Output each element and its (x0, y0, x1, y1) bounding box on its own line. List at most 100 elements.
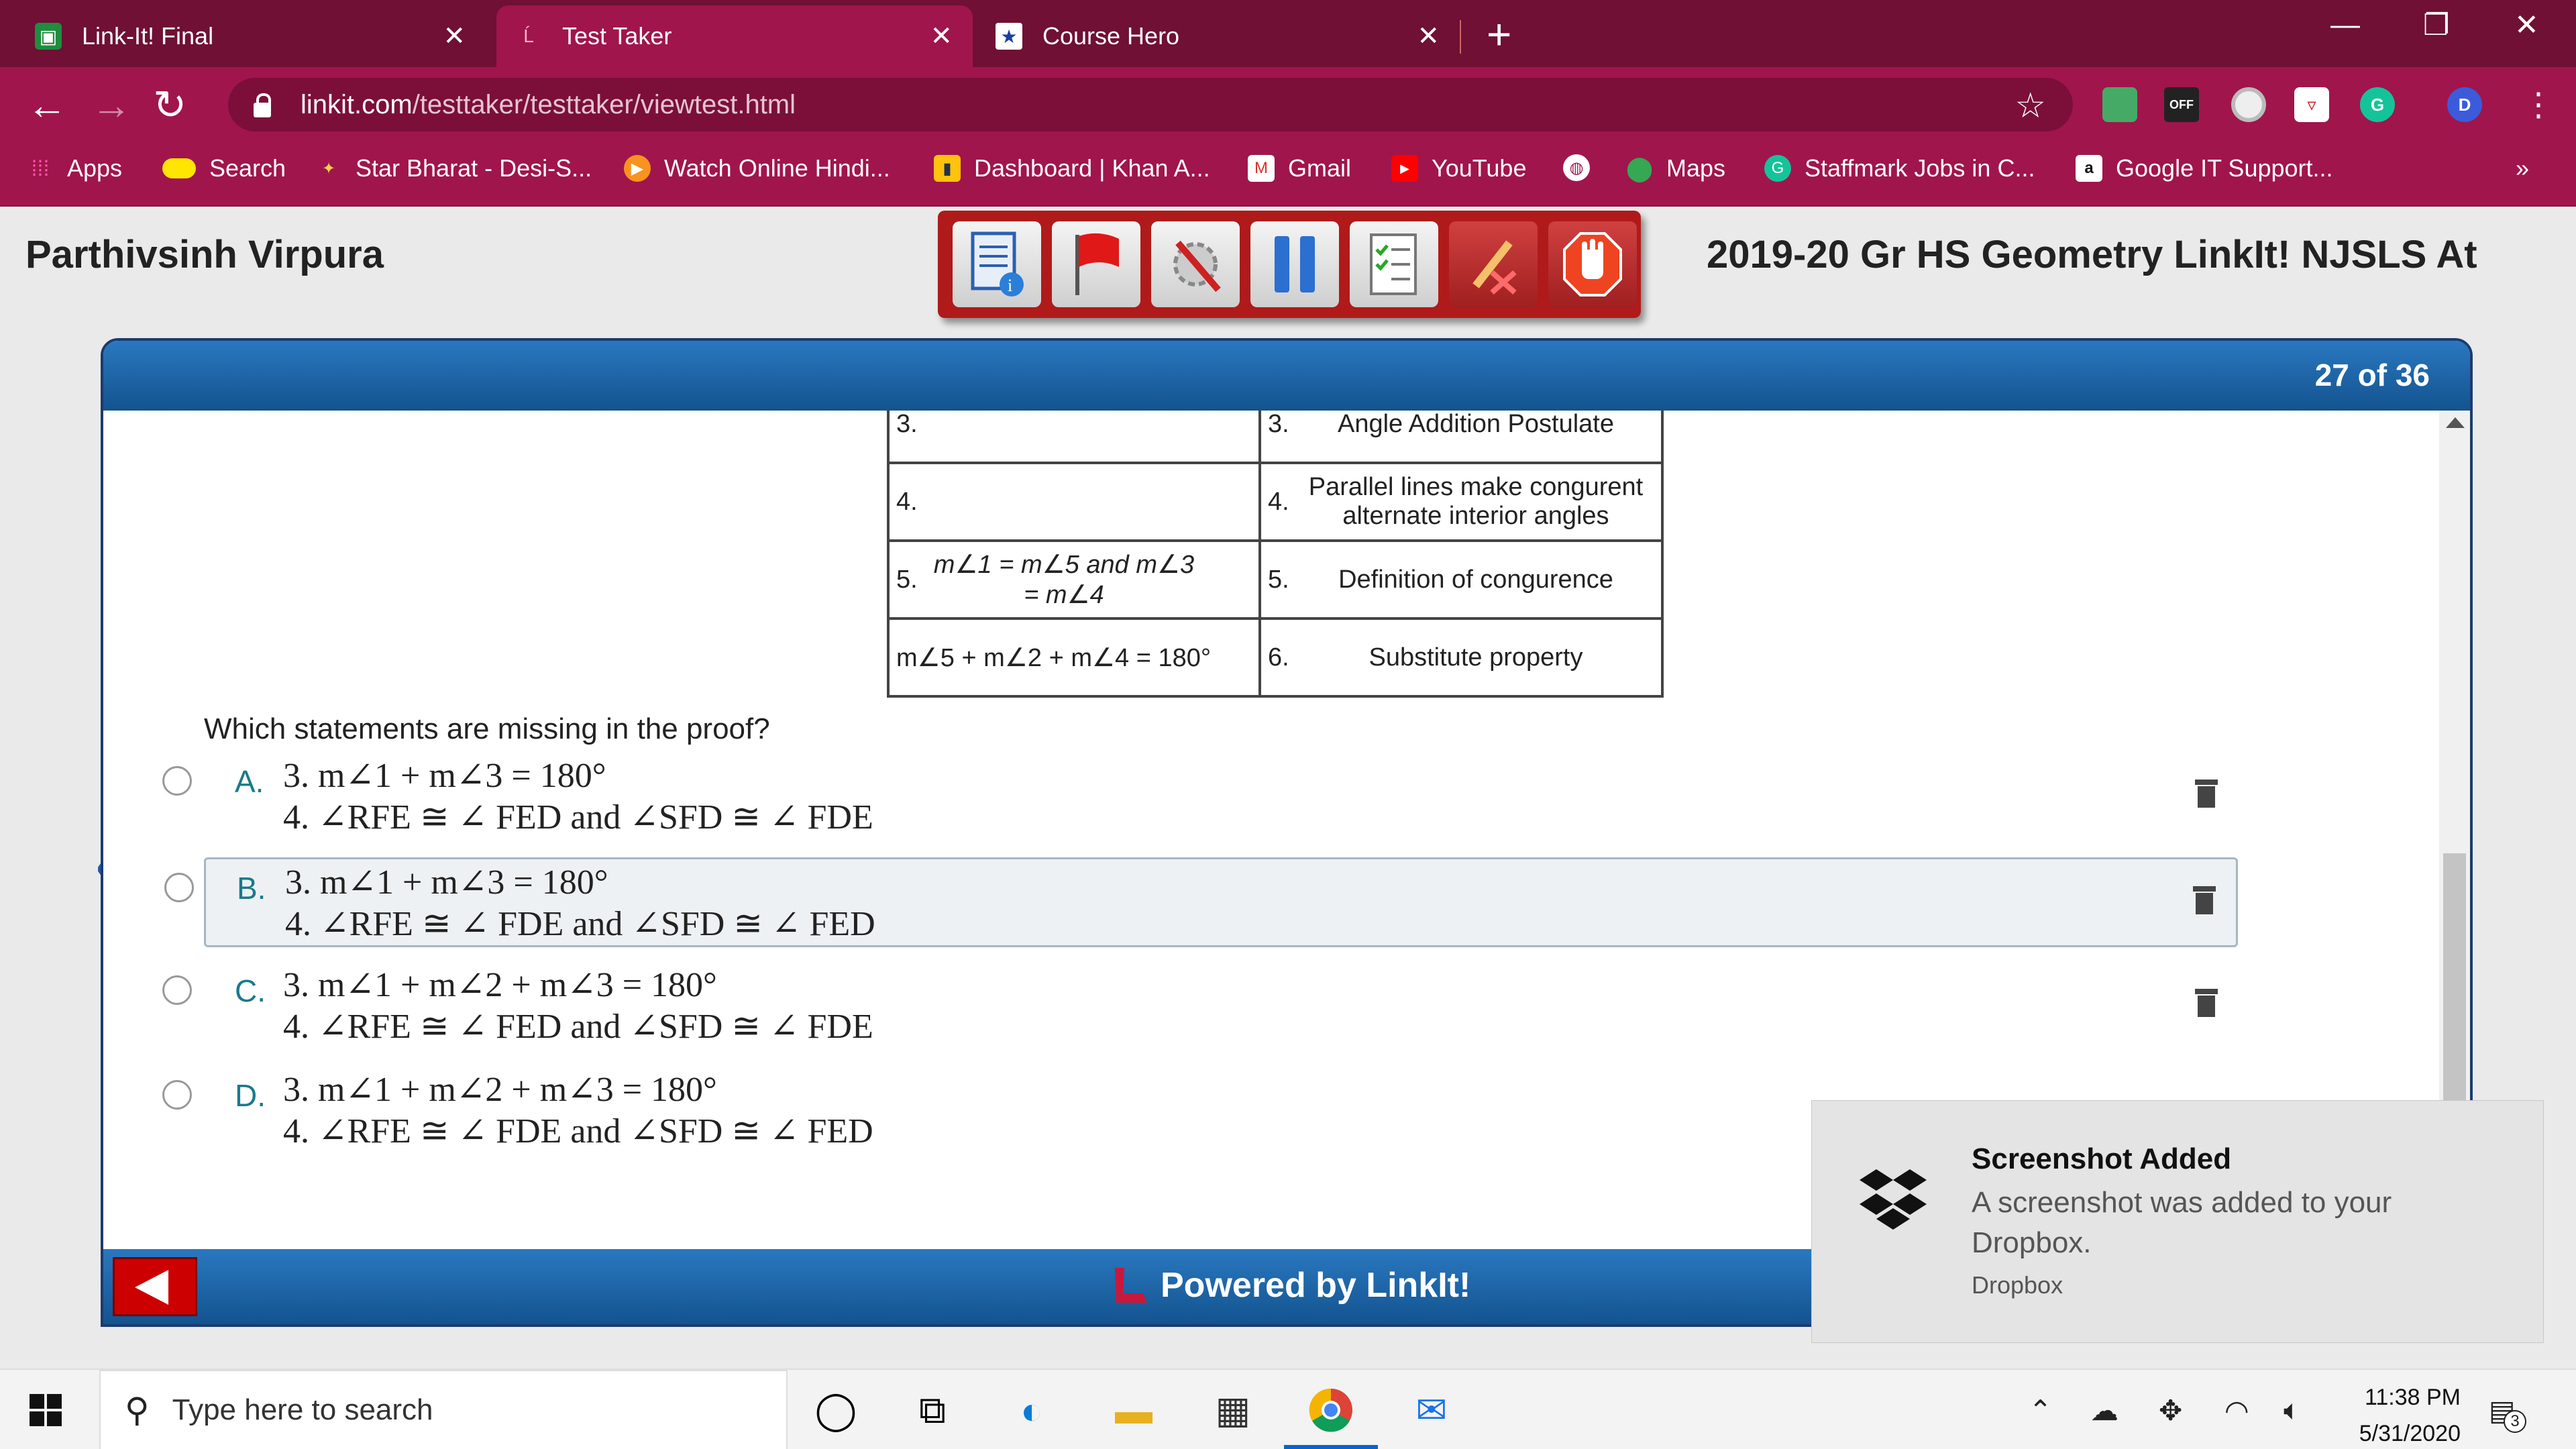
mail-icon[interactable]: ✉ (1406, 1385, 1457, 1436)
statement-cell: 4. (887, 462, 1261, 542)
tab-title: Test Taker (562, 22, 672, 50)
extension-circle-icon[interactable] (2231, 87, 2266, 122)
close-tab-icon[interactable]: ✕ (443, 21, 466, 52)
system-clock[interactable]: 11:38 PM 5/31/2020 (2326, 1379, 2461, 1449)
answer-choice-b[interactable]: B. 3. m∠1 + m∠3 = 180° 4. ∠RFE ≅ ∠ FDE a… (164, 857, 2238, 947)
notification-title: Screenshot Added (1972, 1142, 2232, 1175)
answer-choice-c[interactable]: C. 3. m∠1 + m∠2 + m∠3 = 180° 4. ∠RFE ≅ ∠… (162, 962, 2238, 1052)
choice-line-1: 3. m∠1 + m∠2 + m∠3 = 180° (283, 966, 717, 1004)
reason-cell: 4.Parallel lines make congurent alternat… (1258, 462, 1664, 542)
pocket-icon[interactable]: ▿ (2294, 87, 2329, 122)
bookmark-apps[interactable]: ⁞⁞⁞ Apps (27, 154, 122, 182)
extension-icon[interactable] (2102, 87, 2137, 122)
bookmark-globe[interactable]: ◍ (1563, 154, 1603, 181)
answer-choice-a[interactable]: A. 3. m∠1 + m∠3 = 180° 4. ∠RFE ≅ ∠ FED a… (162, 753, 2238, 843)
tray-overflow-icon[interactable]: ⌃ (2029, 1394, 2052, 1427)
bookmark-search[interactable]: Search (162, 154, 286, 182)
tab-strip: ▣ Link-It! Final ✕ Ĺ Test Taker ✕ ★ Cour… (0, 0, 2576, 67)
bookmark-gmail[interactable]: M Gmail (1248, 154, 1351, 182)
radio-button[interactable] (162, 975, 192, 1005)
gmail-icon: M (1248, 155, 1275, 182)
lock-icon (252, 93, 271, 117)
windows-start-icon[interactable] (30, 1394, 63, 1428)
file-explorer-icon[interactable]: ▬ (1108, 1385, 1159, 1436)
linkit-logo-icon (1110, 1264, 1150, 1307)
linkit-icon: Ĺ (523, 25, 534, 46)
amazon-icon: a (2076, 155, 2102, 182)
bookmark-star-icon[interactable]: ☆ (2015, 86, 2046, 126)
bookmarks-overflow-button[interactable]: » (2516, 154, 2529, 182)
extension-off-icon[interactable]: OFF (2164, 87, 2199, 122)
close-tab-icon[interactable]: ✕ (1417, 21, 1440, 52)
eliminator-pen-icon[interactable] (1449, 221, 1538, 307)
test-info-icon[interactable]: i (953, 221, 1041, 307)
tab-title: Course Hero (1042, 22, 1180, 50)
choice-letter: D. (235, 1078, 266, 1113)
chrome-icon[interactable] (1305, 1385, 1356, 1436)
bookmark-star-bharat[interactable]: ✦ Star Bharat - Desi-S... (315, 154, 592, 182)
forward-icon[interactable]: → (91, 82, 131, 128)
star-bharat-icon: ✦ (321, 159, 336, 178)
windows-taskbar: ⚲ Type here to search ◯ ⧉ ◐ ▬ ▦ ✉ ⌃ ☁ ✥ … (0, 1368, 2576, 1449)
reason-cell: 6. Substitute property (1258, 617, 1664, 698)
tool-tray: i (938, 211, 1641, 318)
bookmark-google-it[interactable]: a Google IT Support... (2076, 154, 2333, 182)
store-icon[interactable]: ▦ (1208, 1385, 1258, 1436)
bookmark-maps[interactable]: ⬤ Maps (1626, 154, 1725, 182)
onedrive-icon[interactable]: ☁ (2090, 1394, 2118, 1427)
bookmarks-bar: ⁞⁞⁞ Apps Search ✦ Star Bharat - Desi-S... … (0, 142, 2576, 207)
proof-row: m∠5 + m∠2 + m∠4 = 180° 6. Substitute prop… (887, 617, 1664, 698)
new-tab-button[interactable]: + (1487, 9, 1511, 59)
back-icon[interactable]: ← (27, 82, 67, 128)
back-button[interactable] (113, 1257, 197, 1316)
dropbox-notification[interactable]: Screenshot Added A screenshot was added … (1811, 1100, 2544, 1343)
stop-hand-icon[interactable] (1548, 221, 1637, 307)
url-text[interactable]: linkit.com/testtaker/testtaker/viewtest.… (301, 90, 796, 120)
choice-letter: B. (237, 871, 266, 906)
bookmark-khan[interactable]: ▮ Dashboard | Khan A... (934, 154, 1210, 182)
eliminate-trash-icon[interactable] (2193, 886, 2216, 914)
radio-button[interactable] (164, 873, 194, 902)
reason-cell: 3. Angle Addition Postulate (1258, 411, 1664, 464)
wifi-icon[interactable]: ◠ (2224, 1394, 2249, 1427)
menu-dots-icon[interactable]: ⋮ (2522, 86, 2555, 123)
flag-icon[interactable] (1052, 221, 1140, 307)
edge-icon[interactable]: ◐ (1006, 1385, 1057, 1436)
radio-button[interactable] (162, 1080, 192, 1110)
task-view-icon[interactable]: ⧉ (907, 1385, 958, 1436)
cortana-icon[interactable]: ◯ (810, 1385, 861, 1436)
bookmark-youtube[interactable]: ▶ YouTube (1391, 154, 1526, 182)
minimize-icon[interactable]: — (2330, 8, 2360, 42)
tab-course-hero[interactable]: ★ Course Hero ✕ (977, 5, 1460, 67)
restore-icon[interactable]: ❐ (2423, 8, 2449, 42)
grammarly-icon[interactable]: G (2360, 87, 2395, 122)
close-window-icon[interactable]: ✕ (2514, 8, 2539, 42)
reload-icon[interactable]: ↻ (153, 82, 186, 129)
student-name: Parthivsinh Virpura (25, 233, 384, 276)
volume-icon[interactable]: 🔈︎ (2284, 1394, 2300, 1427)
radio-button[interactable] (162, 766, 192, 796)
question-counter: 27 of 36 (2314, 358, 2430, 392)
search-tag-icon (162, 158, 196, 178)
search-placeholder: Type here to search (172, 1393, 433, 1426)
profile-avatar[interactable]: D (2447, 87, 2482, 122)
eliminate-trash-icon[interactable] (2195, 780, 2218, 808)
tab-test-taker[interactable]: Ĺ Test Taker ✕ (496, 5, 973, 67)
address-bar[interactable]: linkit.com/testtaker/testtaker/viewtest.… (228, 78, 2073, 131)
bookmark-staffmark[interactable]: G Staffmark Jobs in C... (1764, 154, 2035, 182)
globe-icon: ◍ (1563, 154, 1590, 181)
taskbar-search-box[interactable]: ⚲ Type here to search (99, 1370, 788, 1449)
dropbox-tray-icon[interactable]: ✥ (2159, 1394, 2182, 1427)
choice-letter: A. (235, 764, 264, 799)
review-checklist-icon[interactable] (1350, 221, 1438, 307)
pause-icon[interactable] (1250, 221, 1339, 307)
bookmark-watch-online[interactable]: ▶ Watch Online Hindi... (624, 154, 890, 182)
action-center-icon[interactable]: ▤ 3 (2489, 1394, 2526, 1433)
tab-linkit-final[interactable]: ▣ Link-It! Final ✕ (16, 5, 486, 67)
close-tab-icon[interactable]: ✕ (930, 21, 953, 52)
proof-table: 3. 3. Angle Addition Postulate 4. 4.Paral… (887, 411, 1664, 698)
proof-row: 4. 4.Parallel lines make congurent alter… (887, 462, 1664, 542)
eliminate-trash-icon[interactable] (2195, 989, 2218, 1017)
highlighter-settings-icon[interactable] (1151, 221, 1240, 307)
scroll-up-arrow-icon[interactable] (2446, 417, 2465, 428)
